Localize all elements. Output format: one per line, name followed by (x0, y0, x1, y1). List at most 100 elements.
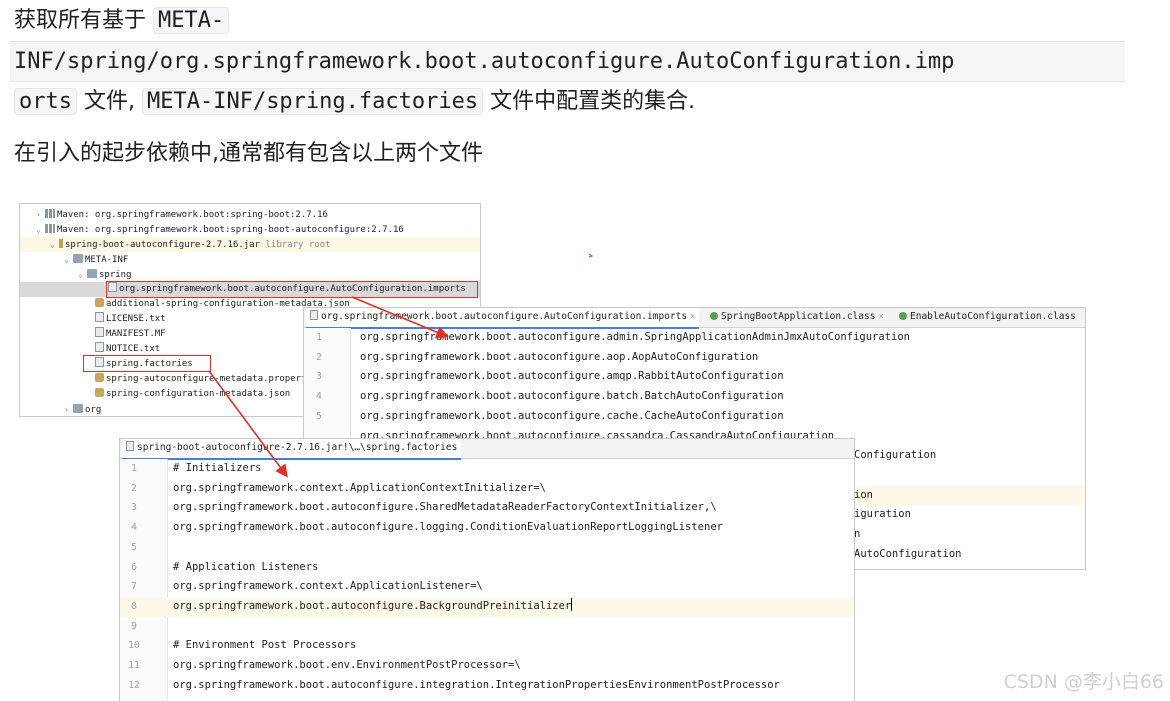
code-line[interactable]: 1 # Initializers (120, 459, 854, 479)
code-line[interactable]: 4 org.springframework.boot.autoconfigure.… (120, 518, 854, 538)
code-line[interactable]: 2 org.springframework.boot.autoconfigure.… (304, 348, 1085, 368)
line-number: 1 (316, 332, 322, 343)
chevron-down-icon[interactable]: ⌄ (78, 267, 87, 282)
tree-label: spring (99, 270, 132, 280)
watermark: CSDN @李小白66 (1003, 671, 1164, 693)
code-text: org.springframework.context.ApplicationC… (173, 481, 546, 494)
code-line[interactable]: 4 org.springframework.boot.autoconfigure.… (304, 387, 1085, 407)
tab-enableautoconfiguration[interactable]: EnableAutoConfiguration.class (895, 308, 1080, 327)
code-text: ion (854, 488, 873, 501)
code-text: org.springframework.boot.autoconfigure.i… (173, 678, 780, 691)
code-line[interactable]: 12 org.springframework.boot.autoconfigure… (120, 676, 854, 696)
code-text: Configuration (854, 449, 937, 462)
tree-label: Maven: org.springframework.boot:spring-b… (57, 225, 404, 235)
class-icon (899, 312, 907, 320)
line-number: 5 (131, 541, 137, 553)
intro-line-3: orts 文件, META-INF/spring.factories 文件中配置… (14, 81, 695, 122)
intro-line-1: 获取所有基于 META- (14, 0, 230, 41)
library-root-hint: library root (265, 240, 331, 250)
tree-label: spring.factories (106, 359, 193, 369)
file-icon (95, 357, 104, 367)
tab-label: spring-boot-autoconfigure-2.7.16.jar!\…\… (137, 442, 458, 453)
json-file-icon (95, 298, 104, 307)
code-text: AutoConfiguration (854, 547, 962, 560)
tree-label: spring-boot-autoconfigure-2.7.16.jar (65, 240, 261, 250)
chevron-down-icon[interactable]: ⌄ (50, 237, 59, 252)
code-line[interactable]: 3 org.springframework.boot.autoconfigure.… (120, 498, 854, 518)
code-text: org.springframework.boot.env.Environment… (173, 659, 521, 671)
code-line[interactable]: 6 # Application Listeners (120, 558, 854, 578)
tree-label: LICENSE.txt (106, 314, 166, 324)
intro-text-files: 文件, (83, 89, 135, 114)
library-icon (45, 224, 55, 233)
code-line[interactable]: 2 org.springframework.context.Application… (120, 479, 854, 499)
chevron-right-icon[interactable]: › (36, 207, 45, 222)
intro-text: 获取所有基于 (14, 8, 147, 33)
code-text: org.springframework.boot.autoconfigure.a… (360, 331, 910, 343)
line-number: 3 (316, 371, 322, 383)
code-line[interactable]: 5 org.springframework.boot.autoconfigure.… (304, 407, 1085, 427)
code-line[interactable]: 11 org.springframework.boot.env.Environme… (120, 656, 854, 676)
tab-springbootapplication[interactable]: SpringBootApplication.class × (706, 308, 888, 327)
tree-row-meta-inf[interactable]: ⌄ META-INF (20, 252, 480, 267)
code-text: org.springframework.boot.autoconfigure.a… (360, 350, 759, 363)
code-text: org.springframework.boot.autoconfigure.a… (360, 370, 784, 383)
tree-label: org (85, 405, 102, 415)
line-number: 11 (128, 660, 140, 671)
code-line[interactable]: 7 org.springframework.context.Application… (120, 577, 854, 597)
tree-label: Maven: org.springframework.boot:spring-b… (57, 210, 328, 220)
code-line[interactable]: 3 org.springframework.boot.autoconfigure.… (304, 367, 1085, 387)
text-caret (571, 597, 573, 611)
code-text: iguration (854, 508, 911, 521)
code-line[interactable]: 9 (120, 617, 854, 637)
close-icon[interactable]: × (690, 312, 695, 322)
line-number: 7 (131, 581, 137, 593)
inline-code-orts: orts (14, 88, 77, 115)
tab-label: org.springframework.boot.autoconfigure.A… (321, 311, 688, 322)
tree-row-autoconfigure[interactable]: ⌄ Maven: org.springframework.boot:spring-… (20, 222, 480, 237)
tree-row-imports-file[interactable]: org.springframework.boot.autoconfigure.A… (20, 282, 480, 297)
code-text: org.springframework.boot.autoconfigure.c… (360, 409, 784, 422)
code-text: # Application Listeners (173, 560, 319, 573)
tab-label: SpringBootApplication.class (721, 311, 876, 322)
tree-row-jar[interactable]: ⌄ spring-boot-autoconfigure-2.7.16.jar li… (20, 237, 480, 252)
tree-row-spring-folder[interactable]: ⌄ spring (20, 267, 480, 282)
line-number: 4 (316, 391, 322, 403)
code-line[interactable]: 8 org.springframework.boot.autoconfigure.… (120, 596, 854, 617)
line-number: 1 (131, 463, 137, 474)
code-line[interactable]: 5 (120, 538, 854, 558)
code-text: org.springframework.context.ApplicationL… (173, 580, 483, 593)
tree-label: META-INF (85, 255, 129, 265)
chevron-right-icon[interactable]: › (64, 402, 73, 416)
code-line[interactable]: 10 # Environment Post Processors (120, 636, 854, 656)
editor-tab-bar: org.springframework.boot.autoconfigure.A… (304, 308, 1085, 329)
tree-label: NOTICE.txt (106, 344, 161, 354)
jar-icon (59, 239, 63, 248)
code-line[interactable]: 1 org.springframework.boot.autoconfigure.… (304, 328, 1085, 348)
close-icon[interactable]: × (878, 312, 883, 322)
code-text: # Environment Post Processors (173, 639, 357, 652)
intro-line-4: 在引入的起步依赖中,通常都有包含以上两个文件 (14, 141, 483, 166)
chevron-down-icon[interactable]: ⌄ (64, 252, 73, 267)
stray-mark (588, 253, 594, 258)
line-number: 9 (131, 620, 137, 632)
folder-icon (73, 404, 83, 413)
inline-code-path: INF/spring/org.springframework.boot.auto… (10, 41, 1125, 82)
file-icon (310, 310, 318, 320)
line-number: 2 (131, 482, 137, 494)
line-number: 12 (128, 679, 140, 691)
tab-spring-factories[interactable]: spring-boot-autoconfigure-2.7.16.jar!\…\… (122, 439, 462, 460)
tab-imports-file[interactable]: org.springframework.boot.autoconfigure.A… (306, 308, 700, 329)
factories-editor: spring-boot-autoconfigure-2.7.16.jar!\…\… (119, 438, 855, 701)
code-text: org.springframework.boot.autoconfigure.B… (173, 597, 573, 612)
chevron-down-icon[interactable]: ⌄ (36, 222, 45, 237)
file-icon (95, 327, 104, 337)
tree-row-spring-boot[interactable]: › Maven: org.springframework.boot:spring-… (20, 207, 480, 222)
code-text: org.springframework.boot.autoconfigure.l… (173, 521, 723, 534)
tree-label: spring-configuration-metadata.json (106, 389, 291, 399)
line-number: 8 (131, 600, 137, 612)
class-icon (710, 312, 718, 320)
tree-label: spring-autoconfigure-metadata.properties (106, 374, 323, 384)
tab-label: EnableAutoConfiguration.class (910, 311, 1076, 322)
inline-code-factories: META-INF/spring.factories (141, 88, 484, 115)
